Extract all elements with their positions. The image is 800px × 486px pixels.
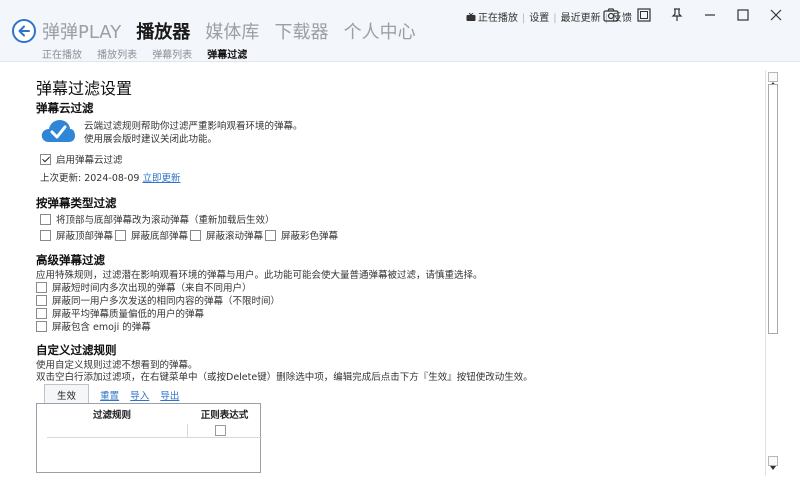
- reset-link[interactable]: 重置: [100, 388, 119, 402]
- block-bottom-checkbox[interactable]: [115, 230, 126, 241]
- window-controls: [593, 7, 786, 27]
- cloud-enable-row[interactable]: 启用弹幕云过滤: [40, 152, 123, 166]
- minimize-button[interactable]: [700, 7, 720, 23]
- last-update-label: 上次更新: 2024-08-09: [40, 173, 140, 184]
- vertical-scrollbar[interactable]: [765, 70, 779, 476]
- advanced-option-1[interactable]: 屏蔽短时间内多次出现的弹幕（来自不同用户）: [36, 280, 252, 294]
- block-bottom-label: 屏蔽底部弹幕: [131, 231, 189, 242]
- frame-icon: [637, 8, 651, 22]
- camera-icon: [602, 8, 619, 22]
- advanced-checkbox-4[interactable]: [36, 321, 47, 332]
- custom-filter-heading: 自定义过滤规则: [36, 343, 117, 357]
- convert-label: 将顶部与底部弹幕改为滚动弹幕（重新加载后生效）: [56, 215, 275, 226]
- advanced-option-3[interactable]: 屏蔽平均弹幕质量偏低的用户的弹幕: [36, 306, 204, 320]
- title-bar: 弹弹PLAY 播放器 媒体库 下载器 个人中心 正在播放 播放列表 弹幕列表 弹…: [0, 0, 800, 62]
- block-color-label: 屏蔽彩色弹幕: [281, 231, 339, 242]
- type-option-color[interactable]: 屏蔽彩色弹幕: [265, 228, 338, 242]
- block-color-checkbox[interactable]: [265, 230, 276, 241]
- now-playing-label: 正在播放: [477, 13, 518, 24]
- back-button[interactable]: [12, 19, 36, 43]
- maximize-icon: [737, 9, 749, 21]
- pin-icon: [671, 8, 683, 21]
- nav-library[interactable]: 媒体库: [205, 18, 259, 44]
- type-option-top[interactable]: 屏蔽顶部弹幕: [40, 228, 113, 242]
- advanced-filter-heading: 高级弹幕过滤: [36, 253, 105, 267]
- now-playing-link[interactable]: 正在播放: [466, 9, 518, 24]
- subnav-danmaku-filter[interactable]: 弹幕过滤: [207, 46, 247, 61]
- custom-rules-table[interactable]: 过滤规则 正则表达式: [36, 403, 262, 473]
- scroll-thumb[interactable]: [768, 84, 778, 334]
- cloud-check-icon: [41, 120, 75, 142]
- block-scroll-checkbox[interactable]: [190, 230, 201, 241]
- cloud-enable-label: 启用弹幕云过滤: [56, 155, 123, 166]
- cloud-enable-checkbox[interactable]: [40, 154, 51, 165]
- fullscreen-button[interactable]: [634, 7, 654, 23]
- close-button[interactable]: [766, 7, 786, 23]
- caret-down-icon: [770, 466, 776, 470]
- maximize-button[interactable]: [733, 7, 753, 23]
- advanced-checkbox-1[interactable]: [36, 282, 47, 293]
- table-header: 过滤规则 正则表达式: [37, 404, 260, 422]
- cloud-desc-2: 使用展会版时建议关闭此功能。: [84, 134, 218, 145]
- main-nav: 弹弹PLAY 播放器 媒体库 下载器 个人中心: [42, 18, 426, 44]
- advanced-option-4[interactable]: 屏蔽包含 emoji 的弹幕: [36, 319, 151, 333]
- subnav-danmaku-list[interactable]: 弹幕列表: [152, 46, 192, 61]
- block-top-label: 屏蔽顶部弹幕: [56, 231, 114, 242]
- type-filter-heading: 按弹幕类型过滤: [36, 196, 117, 210]
- update-now-link[interactable]: 立即更新: [142, 173, 180, 184]
- screenshot-button[interactable]: [601, 7, 621, 23]
- pin-button[interactable]: [667, 7, 687, 23]
- advanced-desc: 应用特殊规则，过滤潜在影响观看环境的弹幕与用户。此功能可能会使大量普通弹幕被过滤…: [36, 270, 483, 281]
- subnav-now-playing[interactable]: 正在播放: [42, 46, 82, 61]
- import-link[interactable]: 导入: [130, 388, 149, 402]
- nav-player[interactable]: 播放器: [136, 18, 190, 44]
- nav-profile[interactable]: 个人中心: [344, 18, 416, 44]
- row-divider: [187, 424, 188, 438]
- nav-brand[interactable]: 弹弹PLAY: [42, 18, 121, 44]
- column-regex: 正则表达式: [200, 410, 249, 421]
- scroll-down-button[interactable]: [768, 456, 778, 470]
- cloud-desc-1: 云端过滤规则帮助你过滤严重影响观看环境的弹幕。: [84, 121, 303, 132]
- minimize-icon: [704, 14, 715, 16]
- page-title: 弹幕过滤设置: [36, 79, 133, 98]
- table-row[interactable]: [47, 424, 262, 438]
- settings-content: 弹幕过滤设置 弹幕云过滤 云端过滤规则帮助你过滤严重影响观看环境的弹幕。 使用展…: [0, 62, 800, 486]
- block-top-checkbox[interactable]: [40, 230, 51, 241]
- convert-row[interactable]: 将顶部与底部弹幕改为滚动弹幕（重新加载后生效）: [40, 212, 275, 226]
- column-rule: 过滤规则: [92, 410, 131, 421]
- custom-desc-2: 双击空白行添加过滤项，在右键菜单中（或按Delete键）删除选中项，编辑完成后点…: [36, 372, 533, 383]
- last-update-row: 上次更新: 2024-08-09 立即更新: [40, 170, 180, 184]
- subnav-playlist[interactable]: 播放列表: [97, 46, 137, 61]
- advanced-checkbox-2[interactable]: [36, 295, 47, 306]
- nav-downloader[interactable]: 下载器: [275, 18, 329, 44]
- block-scroll-label: 屏蔽滚动弹幕: [206, 231, 264, 242]
- tv-icon: [466, 12, 476, 21]
- cloud-filter-heading: 弹幕云过滤: [36, 101, 94, 115]
- scroll-up-button[interactable]: [768, 72, 778, 86]
- export-link[interactable]: 导出: [160, 388, 179, 402]
- arrow-left-icon: [18, 25, 30, 37]
- regex-checkbox[interactable]: [215, 425, 226, 436]
- convert-checkbox[interactable]: [40, 214, 51, 225]
- type-option-bottom[interactable]: 屏蔽底部弹幕: [115, 228, 188, 242]
- settings-link[interactable]: 设置: [529, 9, 549, 24]
- advanced-label-4: 屏蔽包含 emoji 的弹幕: [52, 322, 151, 333]
- sub-nav: 正在播放 播放列表 弹幕列表 弹幕过滤: [42, 43, 257, 62]
- type-option-scroll[interactable]: 屏蔽滚动弹幕: [190, 228, 263, 242]
- advanced-checkbox-3[interactable]: [36, 308, 47, 319]
- close-icon: [770, 9, 782, 21]
- advanced-option-2[interactable]: 屏蔽同一用户多次发送的相同内容的弹幕（不限时间）: [36, 293, 280, 307]
